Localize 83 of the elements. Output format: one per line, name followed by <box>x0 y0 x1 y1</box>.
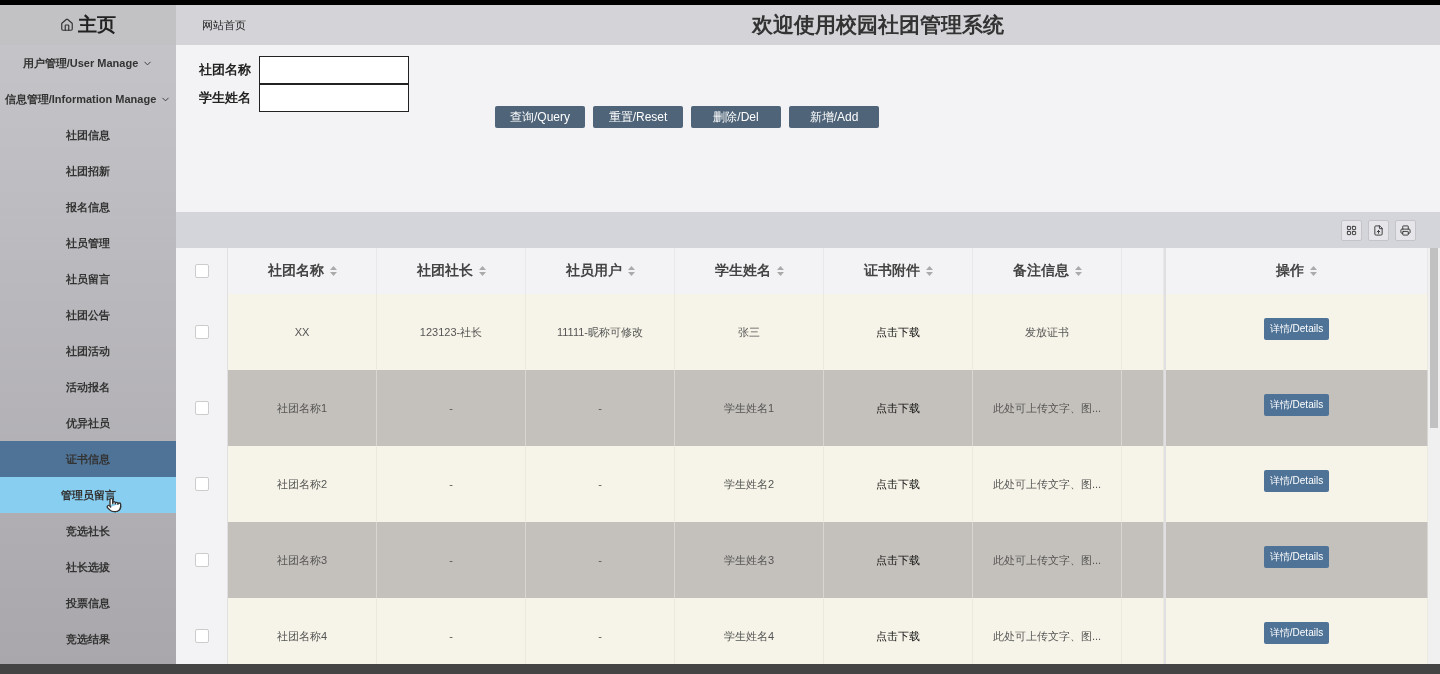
table-cell: - <box>526 522 675 598</box>
table-cell: 学生姓名2 <box>675 446 824 522</box>
table-cell: 123123-社长 <box>377 294 526 370</box>
print-button[interactable] <box>1395 219 1416 241</box>
sort-icon[interactable] <box>478 266 486 276</box>
column-header: 操作 <box>1164 248 1428 294</box>
table-cell: 此处可上传文字、图... <box>973 598 1122 664</box>
sidebar-item[interactable]: 社团招新 <box>0 153 176 189</box>
table-cell: 社团名称1 <box>228 370 377 446</box>
table-cell: - <box>377 370 526 446</box>
sidebar-item[interactable]: 活动报名 <box>0 369 176 405</box>
grid-icon <box>1346 224 1357 236</box>
table-cell: 社团名称2 <box>228 446 377 522</box>
table-cell: 此处可上传文字、图... <box>973 522 1122 598</box>
table-cell: 11111-昵称可修改 <box>526 294 675 370</box>
table-cell: 点击下载 <box>824 446 973 522</box>
action-button[interactable]: 重置/Reset <box>593 106 683 128</box>
table-cell: 此处可上传文字、图... <box>973 446 1122 522</box>
table-cell: 点击下载 <box>824 294 973 370</box>
details-button[interactable]: 详情/Details <box>1263 318 1330 340</box>
page-title: 欢迎使用校园社团管理系统 <box>752 12 1004 38</box>
breadcrumb-link[interactable]: 网站首页 <box>202 17 352 33</box>
sort-icon[interactable] <box>329 266 337 276</box>
sidebar-group[interactable]: 信息管理/Information Manage <box>0 81 176 117</box>
details-button[interactable]: 详情/Details <box>1263 622 1330 644</box>
action-button[interactable]: 查询/Query <box>495 106 585 128</box>
table-cell: 社团名称4 <box>228 598 377 664</box>
table-cell: - <box>526 370 675 446</box>
columns-button[interactable] <box>1341 219 1362 241</box>
sidebar-item[interactable]: 社团信息 <box>0 117 176 153</box>
checkbox[interactable] <box>194 325 209 339</box>
table-cell: 点击下载 <box>824 598 973 664</box>
table-cell: 点击下载 <box>824 522 973 598</box>
field-label: 学生姓名 <box>199 89 252 107</box>
sidebar-item[interactable]: 社长选拔 <box>0 549 176 585</box>
table-cell: - <box>377 522 526 598</box>
table-cell: 学生姓名3 <box>675 522 824 598</box>
table-cell: - <box>526 598 675 664</box>
sidebar-item[interactable]: 社团活动 <box>0 333 176 369</box>
checkbox[interactable] <box>194 264 209 278</box>
export-button[interactable] <box>1368 219 1389 241</box>
checkbox[interactable] <box>194 477 209 491</box>
input-field[interactable] <box>259 56 409 84</box>
table-cell: 此处可上传文字、图... <box>973 370 1122 446</box>
sidebar-title: 主页 <box>78 13 116 37</box>
export-icon <box>1373 224 1384 236</box>
table-cell: 学生姓名1 <box>675 370 824 446</box>
details-button[interactable]: 详情/Details <box>1263 394 1330 416</box>
print-icon <box>1400 224 1411 236</box>
checkbox[interactable] <box>194 401 209 415</box>
sort-icon[interactable] <box>1310 266 1317 276</box>
sidebar-group[interactable]: 用户管理/User Manage <box>0 45 176 81</box>
sidebar-item[interactable]: 社员管理 <box>0 225 176 261</box>
table-cell: 社团名称3 <box>228 522 377 598</box>
sidebar-item[interactable]: 竞选结果 <box>0 621 176 657</box>
checkbox[interactable] <box>194 553 209 567</box>
sort-icon[interactable] <box>925 266 933 276</box>
action-button[interactable]: 删除/Del <box>691 106 781 128</box>
home-icon <box>60 18 74 32</box>
sidebar-item[interactable]: 社员留言 <box>0 261 176 297</box>
table-cell: - <box>377 598 526 664</box>
sort-icon[interactable] <box>1074 266 1082 276</box>
sidebar-item[interactable]: 投票信息 <box>0 585 176 621</box>
scrollbar[interactable] <box>1428 248 1440 664</box>
sidebar-item[interactable]: 社团公告 <box>0 297 176 333</box>
sidebar-item[interactable]: 报名信息 <box>0 189 176 225</box>
field-label: 社团名称 <box>199 61 252 79</box>
checkbox[interactable] <box>194 629 209 643</box>
details-button[interactable]: 详情/Details <box>1263 470 1330 492</box>
details-button[interactable]: 详情/Details <box>1263 546 1330 568</box>
sort-icon[interactable] <box>627 266 635 276</box>
table-cell: 点击下载 <box>824 370 973 446</box>
input-field[interactable] <box>259 84 409 112</box>
action-button[interactable]: 新增/Add <box>789 106 879 128</box>
sidebar-item[interactable]: 优异社员 <box>0 405 176 441</box>
sort-icon[interactable] <box>776 266 784 276</box>
table-cell: - <box>526 446 675 522</box>
sidebar-item[interactable]: 竞选社长 <box>0 513 176 549</box>
table-cell: 发放证书 <box>973 294 1122 370</box>
table-cell: XX <box>228 294 377 370</box>
table-cell: - <box>377 446 526 522</box>
table-cell: 张三 <box>675 294 824 370</box>
table-cell: 学生姓名4 <box>675 598 824 664</box>
